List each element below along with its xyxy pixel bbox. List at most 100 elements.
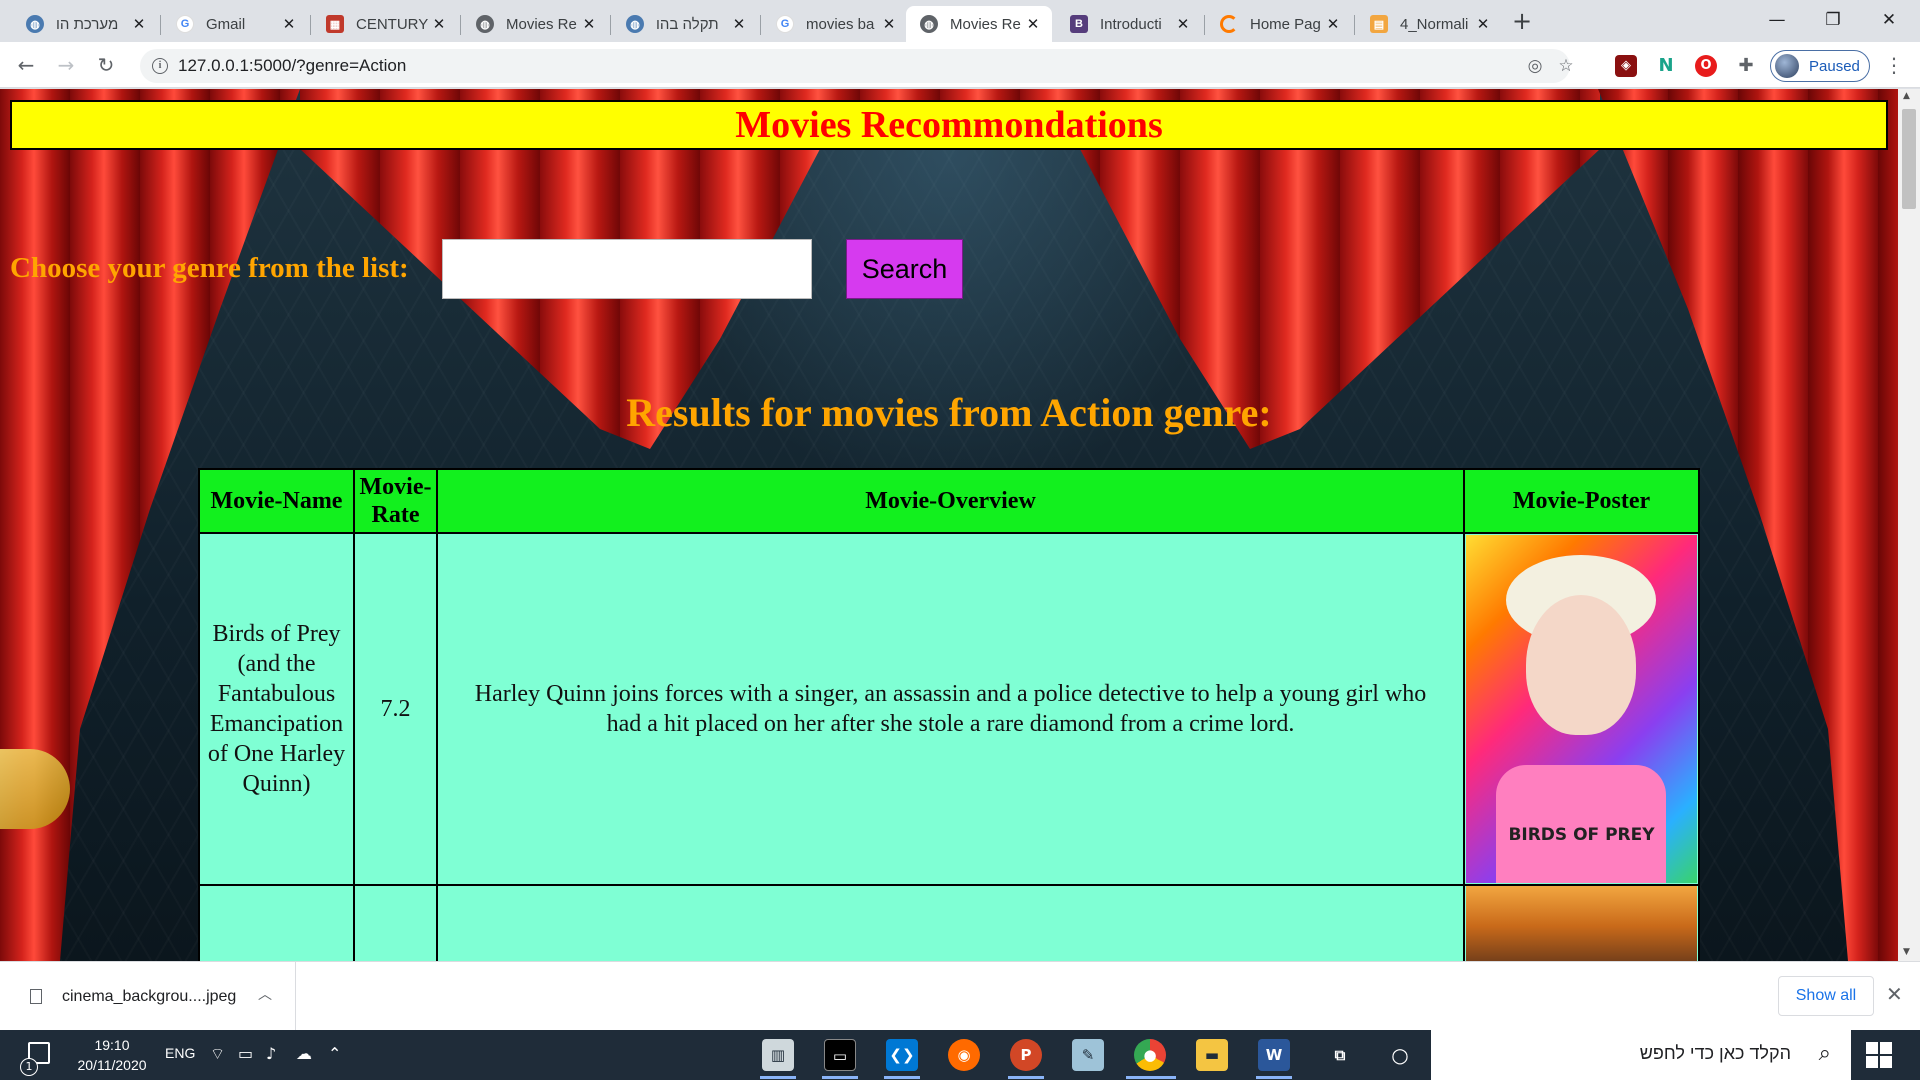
close-icon[interactable]: ✕ — [580, 15, 598, 33]
notepad-taskbar-icon[interactable]: ✎ — [1072, 1039, 1104, 1071]
cloud-icon[interactable]: ☁ — [296, 1044, 312, 1063]
notification-count-badge: 1 — [20, 1058, 38, 1076]
taskbar-search-box[interactable]: הקלד כאן כדי לחפש ⌕ — [1431, 1030, 1851, 1080]
address-bar[interactable]: i 127.0.0.1:5000/?genre=Action ◎ ☆ — [140, 49, 1574, 83]
scroll-down-arrow-icon[interactable]: ▼ — [1903, 947, 1910, 957]
tab-title: movies ba — [806, 15, 875, 33]
puzzle-icon[interactable]: ✚ — [1735, 55, 1757, 77]
globe-icon: ◍ — [920, 15, 938, 33]
scroll-up-arrow-icon[interactable]: ▲ — [1903, 91, 1910, 101]
info-icon[interactable]: i — [152, 58, 168, 74]
clock[interactable]: 19:10 20/11/2020 — [70, 1035, 154, 1075]
movie-overview: Harley Quinn joins forces with a singer,… — [436, 532, 1465, 886]
tab-5[interactable]: ◍ תקלה בהו ✕ — [612, 6, 758, 42]
movie-poster-image — [1466, 886, 1697, 961]
close-icon[interactable]: ✕ — [130, 15, 148, 33]
battery-icon[interactable]: ▭ — [238, 1044, 253, 1063]
table-row — [198, 884, 1700, 961]
restore-button[interactable]: ❐ — [1810, 4, 1856, 36]
tab-8[interactable]: B Introducti ✕ — [1056, 6, 1202, 42]
download-file-name[interactable]: cinema_backgrou....jpeg — [62, 988, 236, 1006]
file-viewer-taskbar-icon[interactable]: ▥ — [762, 1039, 794, 1071]
tab-separator — [310, 15, 311, 35]
volume-icon[interactable]: ♪ — [266, 1044, 276, 1063]
chevron-up-icon[interactable]: ︿ — [258, 984, 272, 1004]
extension-n-icon[interactable]: N — [1655, 55, 1677, 77]
movie-name — [198, 884, 355, 961]
close-icon[interactable]: ✕ — [430, 15, 448, 33]
folder-taskbar-icon[interactable]: ▬ — [1196, 1039, 1228, 1071]
forward-button[interactable]: → — [50, 50, 82, 82]
start-tile — [1880, 1056, 1892, 1068]
tab-7-active[interactable]: ◍ Movies Re ✕ — [906, 6, 1052, 42]
tab-3[interactable]: ▦ CENTURY ✕ — [312, 6, 458, 42]
eye-slash-icon[interactable]: ◎ — [1524, 55, 1546, 77]
tab-2[interactable]: G Gmail ✕ — [162, 6, 308, 42]
windows-taskbar: 1 19:10 20/11/2020 ENG ⌔ ▭ ♪ ☁ ⌃ ▥ ▭ ❮❯ … — [0, 1030, 1920, 1080]
opera-icon[interactable]: O — [1695, 55, 1717, 77]
task-view-icon[interactable]: ⧉ — [1324, 1039, 1356, 1071]
tab-title: Gmail — [206, 15, 246, 33]
close-icon[interactable]: ✕ — [1324, 15, 1342, 33]
close-icon[interactable]: ✕ — [880, 15, 898, 33]
results-title: Results for movies from Action genre: — [626, 390, 1272, 435]
tab-separator — [460, 15, 461, 35]
taskbar-active-indicator — [822, 1076, 858, 1079]
tab-title: 4_Normali — [1400, 15, 1469, 33]
word-taskbar-icon[interactable]: W — [1258, 1039, 1290, 1071]
close-icon[interactable]: ✕ — [1886, 982, 1903, 1006]
page-scrollbar[interactable]: ▲ ▼ — [1898, 89, 1920, 961]
new-tab-button[interactable]: + — [1508, 8, 1536, 36]
genre-input[interactable] — [442, 239, 812, 299]
close-icon[interactable]: ✕ — [1474, 15, 1492, 33]
star-icon[interactable]: ☆ — [1555, 55, 1577, 77]
wifi-icon[interactable]: ⌔ — [210, 1044, 225, 1064]
search-button[interactable]: Search — [846, 239, 963, 299]
movie-poster-image: BIRDS OF PREY — [1466, 535, 1697, 883]
tab-title: מערכת הו — [56, 15, 119, 33]
tab-separator — [1204, 15, 1205, 35]
tab-title: Home Pag — [1250, 15, 1321, 33]
window-close-button[interactable]: ✕ — [1866, 4, 1912, 36]
firefox-taskbar-icon[interactable]: ◉ — [948, 1039, 980, 1071]
start-tile — [1866, 1056, 1878, 1068]
tab-title: Movies Re — [506, 15, 577, 33]
search-icon: ⌕ — [1818, 1041, 1831, 1066]
tab-1[interactable]: ◍ מערכת הו ✕ — [12, 6, 158, 42]
tab-4[interactable]: ◍ Movies Re ✕ — [462, 6, 608, 42]
chrome-taskbar-icon[interactable]: ● — [1134, 1039, 1166, 1071]
loading-icon — [1220, 15, 1238, 33]
reload-button[interactable]: ↻ — [90, 50, 122, 82]
vscode-taskbar-icon[interactable]: ❮❯ — [886, 1039, 918, 1071]
profile-status: Paused — [1809, 57, 1860, 75]
powerpoint-taskbar-icon[interactable]: P — [1010, 1039, 1042, 1071]
show-all-button[interactable]: Show all — [1778, 976, 1874, 1016]
url-text[interactable]: 127.0.0.1:5000/?genre=Action — [178, 56, 406, 76]
table-row: Birds of Prey (and the Fantabulous Emanc… — [198, 532, 1700, 886]
language-indicator[interactable]: ENG — [165, 1045, 195, 1061]
ublock-icon[interactable]: ◈ — [1615, 55, 1637, 77]
poster-face-shape — [1526, 595, 1636, 735]
back-button[interactable]: ← — [10, 50, 42, 82]
scroll-thumb[interactable] — [1902, 109, 1916, 209]
kebab-menu-icon[interactable]: ⋮ — [1882, 50, 1906, 82]
windows-start-button[interactable] — [1866, 1042, 1892, 1068]
tab-6[interactable]: G movies ba ✕ — [762, 6, 908, 42]
movie-rate — [353, 884, 438, 961]
tab-separator — [760, 15, 761, 35]
column-header-poster: Movie-Poster — [1463, 468, 1700, 534]
close-icon[interactable]: ✕ — [730, 15, 748, 33]
minimize-button[interactable]: — — [1754, 4, 1800, 36]
bootstrap-icon: B — [1070, 15, 1088, 33]
profile-button[interactable]: Paused — [1770, 50, 1870, 82]
close-icon[interactable]: ✕ — [280, 15, 298, 33]
tab-9[interactable]: Home Pag ✕ — [1206, 6, 1352, 42]
chevron-up-icon[interactable]: ⌃ — [328, 1044, 341, 1063]
close-icon[interactable]: ✕ — [1024, 15, 1042, 33]
google-icon: G — [776, 15, 794, 33]
cortana-icon[interactable]: ○ — [1384, 1039, 1416, 1071]
close-icon[interactable]: ✕ — [1174, 15, 1192, 33]
terminal-taskbar-icon[interactable]: ▭ — [824, 1039, 856, 1071]
download-item[interactable]: cinema_backgrou....jpeg ︿ — [0, 962, 296, 1031]
tab-10[interactable]: ▤ 4_Normali ✕ — [1356, 6, 1502, 42]
